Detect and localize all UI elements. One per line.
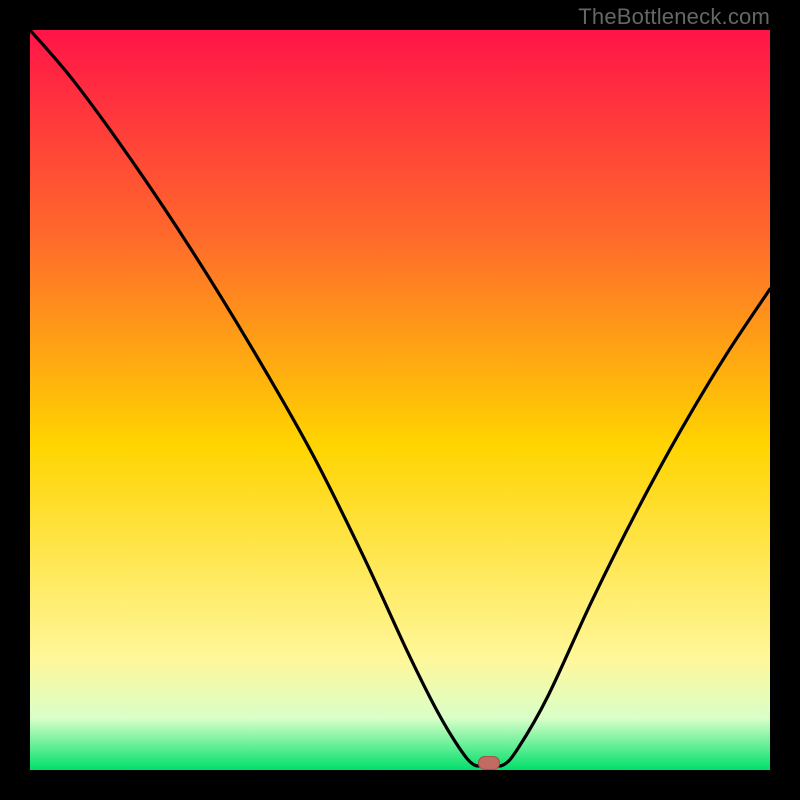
chart-frame: TheBottleneck.com xyxy=(0,0,800,800)
background-gradient xyxy=(30,30,770,770)
optimum-marker xyxy=(478,756,500,770)
watermark-text: TheBottleneck.com xyxy=(578,4,770,30)
bottleneck-curve xyxy=(30,30,770,770)
plot-area xyxy=(30,30,770,770)
